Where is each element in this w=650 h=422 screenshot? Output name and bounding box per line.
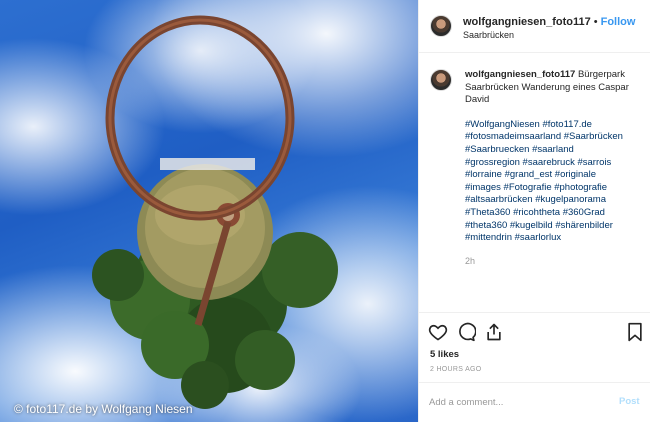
header-user-line: wolfgangniesen_foto117 • Follow <box>463 16 635 28</box>
share-icon[interactable] <box>484 322 504 342</box>
post-comment-button[interactable]: Post <box>619 396 640 407</box>
like-count[interactable]: 5 likes <box>430 349 459 360</box>
caption-timestamp[interactable]: 2h <box>465 256 475 266</box>
hashtag-line[interactable]: #theta360 #kugelbild #shärenbilder <box>465 220 645 233</box>
planet-ground <box>137 158 273 300</box>
photo-watermark: © foto117.de by Wolfgang Niesen <box>14 402 193 416</box>
hashtag-line[interactable]: #Saarbruecken #saarland <box>465 144 645 157</box>
comment-divider <box>419 382 650 383</box>
author-username[interactable]: wolfgangniesen_foto117 <box>463 16 591 28</box>
post-age: 2 HOURS AGO <box>430 366 482 373</box>
post-side-panel: wolfgangniesen_foto117 • Follow Saarbrücke… <box>419 0 650 422</box>
follow-button[interactable]: Follow <box>601 16 636 28</box>
bookmark-icon[interactable] <box>625 322 645 342</box>
location-link[interactable]: Saarbrücken <box>463 30 514 40</box>
hashtag-line[interactable]: #grossregion #saarebruck #sarrois <box>465 157 645 170</box>
caption-text: wolfgangniesen_foto117 Bürgerpark Saarbr… <box>465 69 645 245</box>
hashtag-line[interactable]: #Theta360 #ricohtheta #360Grad <box>465 207 645 220</box>
hashtag-list: #WolfgangNiesen #foto117.de #fotosmadeim… <box>465 119 645 245</box>
hashtag-line[interactable]: #altsaarbrücken #kugelpanorama <box>465 194 645 207</box>
heart-icon[interactable] <box>428 322 448 342</box>
separator-dot: • <box>593 16 598 28</box>
hashtag-line[interactable]: #mittendrin #saarlorlux <box>465 232 645 245</box>
actions-divider <box>419 312 650 313</box>
post-photo[interactable]: © foto117.de by Wolfgang Niesen <box>0 0 418 422</box>
hashtag-line[interactable]: #WolfgangNiesen #foto117.de <box>465 119 645 132</box>
post-header: wolfgangniesen_foto117 • Follow Saarbrücke… <box>419 0 650 53</box>
comment-icon[interactable] <box>456 322 477 342</box>
caption-block: wolfgangniesen_foto117 Bürgerpark Saarbr… <box>419 52 650 310</box>
caption-avatar[interactable] <box>430 69 452 91</box>
little-planet-illustration <box>92 15 338 409</box>
hashtag-line[interactable]: #lorraine #grand_est #originale <box>465 169 645 182</box>
hashtag-line[interactable]: #images #Fotografie #photografie <box>465 182 645 195</box>
hashtag-line[interactable]: #fotosmadeimsaarland #Saarbrücken <box>465 131 645 144</box>
caption-username[interactable]: wolfgangniesen_foto117 <box>465 69 575 80</box>
author-avatar[interactable] <box>430 15 452 37</box>
comment-input[interactable] <box>429 393 599 411</box>
